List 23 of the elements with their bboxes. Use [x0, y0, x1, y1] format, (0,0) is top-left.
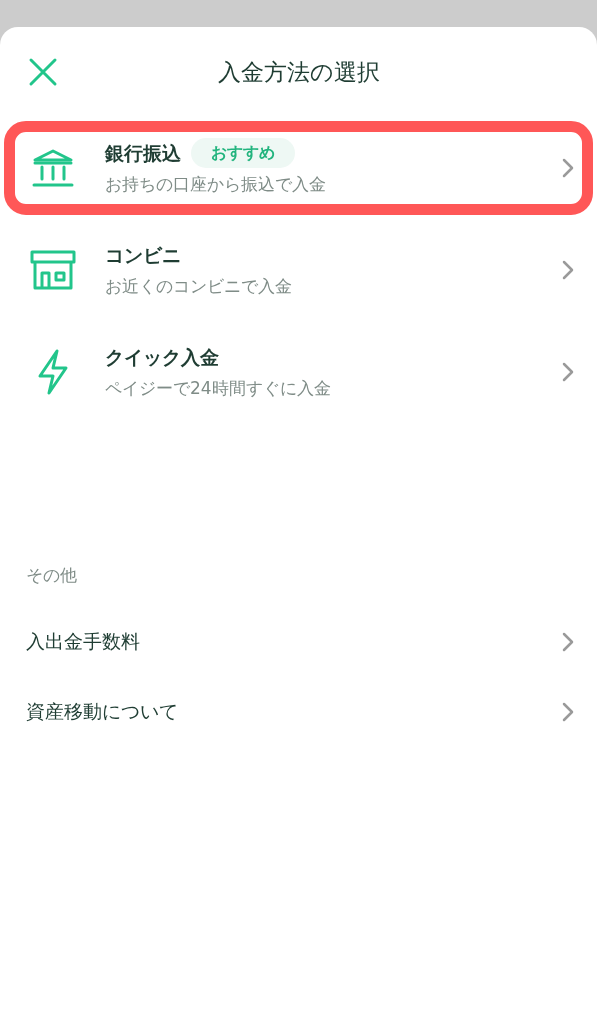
- method-title: 銀行振込: [105, 141, 181, 166]
- method-title: コンビニ: [105, 243, 181, 268]
- lightning-icon: [36, 348, 70, 396]
- store-icon: [29, 249, 77, 291]
- chevron-right-icon: [562, 701, 574, 722]
- method-description: お持ちの口座から振込で入金: [105, 173, 327, 197]
- section-heading: その他: [25, 564, 78, 587]
- chevron-right-icon: [562, 362, 574, 382]
- menu-link[interactable]: 入出金手数料: [0, 606, 597, 677]
- method-description: ペイジーで24時間すぐに入金: [105, 376, 332, 400]
- payment-method-item[interactable]: クイック入金 ペイジーで24時間すぐに入金: [4, 325, 593, 419]
- menu-link[interactable]: 資産移動について: [0, 676, 597, 747]
- sheet-title: 入金方法の選択: [217, 57, 380, 87]
- payment-method-item[interactable]: 銀行振込 おすすめ お持ちの口座から振込で入金: [4, 121, 593, 215]
- close-icon: [28, 57, 58, 87]
- method-description: お近くのコンビニで入金: [105, 274, 293, 298]
- recommended-badge: おすすめ: [191, 138, 295, 169]
- method-title: クイック入金: [105, 345, 219, 370]
- chevron-right-icon: [562, 260, 574, 280]
- chevron-right-icon: [562, 158, 574, 178]
- chevron-right-icon: [562, 631, 574, 652]
- payment-method-item[interactable]: コンビニ お近くのコンビニで入金: [4, 223, 593, 317]
- bank-icon: [31, 148, 75, 188]
